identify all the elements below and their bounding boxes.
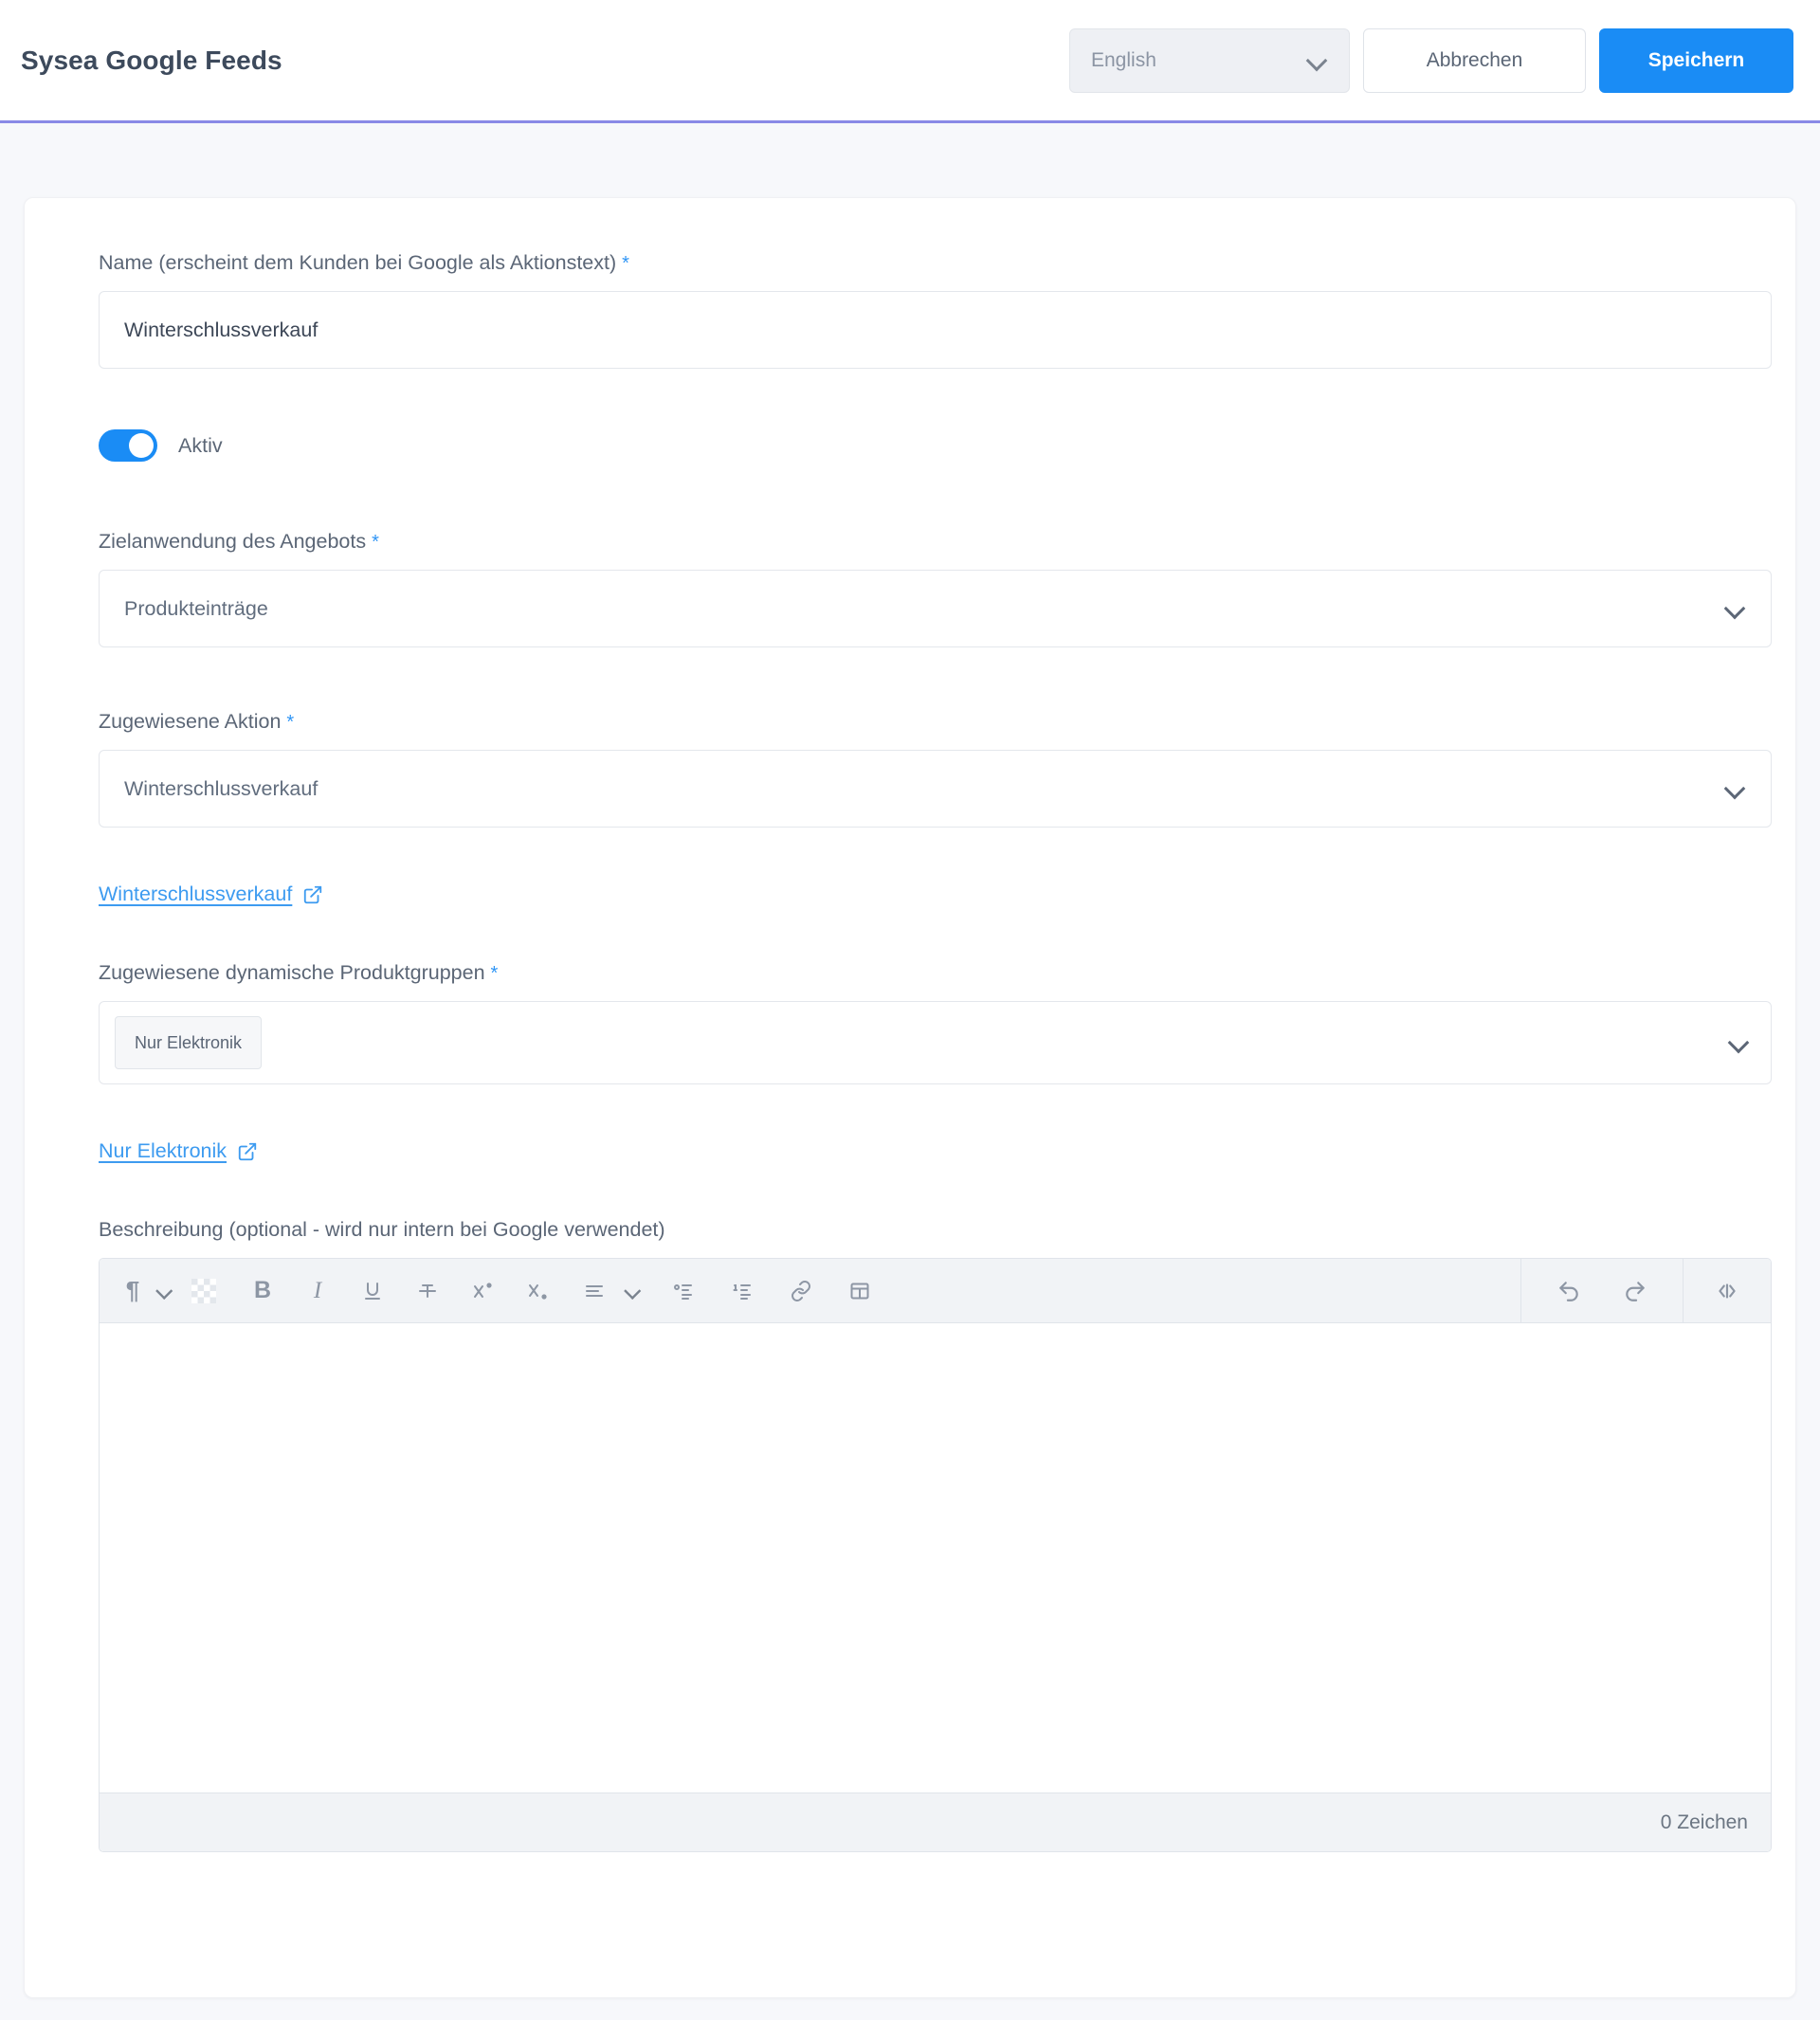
subscript-glyph [529, 1283, 547, 1300]
editor-footer: 0 Zeichen [100, 1793, 1771, 1851]
paragraph-glyph: ¶ [125, 1276, 140, 1304]
source-code-icon[interactable] [1704, 1268, 1750, 1314]
insert-table-icon[interactable] [837, 1268, 883, 1314]
bullet-list-icon[interactable] [661, 1268, 706, 1314]
chevron-down-icon [625, 1283, 642, 1300]
paragraph-style-chevron-down-icon[interactable] [149, 1268, 181, 1314]
bold-icon[interactable]: B [240, 1268, 285, 1314]
chevron-down-icon [1725, 598, 1746, 619]
text-align-icon[interactable] [572, 1268, 617, 1314]
product-group-external-link[interactable]: Nur Elektronik [99, 1139, 258, 1163]
code-glyph [1719, 1283, 1736, 1299]
toggle-knob [129, 433, 154, 458]
italic-glyph: I [313, 1277, 322, 1303]
bullet-list-glyph [674, 1283, 692, 1300]
underline-glyph [365, 1282, 380, 1300]
required-marker: * [372, 532, 379, 553]
strikethrough-glyph [419, 1283, 436, 1298]
undo-icon[interactable] [1546, 1268, 1592, 1314]
italic-icon[interactable]: I [295, 1268, 340, 1314]
align-glyph [586, 1284, 603, 1297]
language-select[interactable]: English [1069, 27, 1350, 93]
description-editor-area[interactable] [100, 1323, 1771, 1793]
target-field-group: Zielanwendung des Angebots * Produkteint… [99, 530, 1772, 647]
active-toggle[interactable] [99, 429, 157, 462]
name-field-label: Name (erscheint dem Kunden bei Google al… [99, 251, 629, 274]
chevron-down-icon [156, 1283, 173, 1300]
text-align-chevron-down-icon[interactable] [617, 1268, 649, 1314]
external-link-icon [238, 1142, 257, 1160]
form-card: Name (erscheint dem Kunden bei Google al… [24, 197, 1796, 1998]
cancel-button[interactable]: Abbrechen [1363, 27, 1586, 93]
product-groups-multiselect[interactable]: Nur Elektronik [99, 1001, 1772, 1084]
promotion-field-label: Zugewiesene Aktion * [99, 710, 295, 733]
language-select-value: English [1091, 48, 1156, 71]
chevron-down-icon [1725, 778, 1746, 799]
superscript-icon[interactable] [460, 1268, 505, 1314]
bold-glyph: B [253, 1277, 272, 1303]
promotion-external-link-label: Winterschlussverkauf [99, 883, 293, 905]
save-button[interactable]: Speichern [1599, 27, 1793, 93]
product-group-chip[interactable]: Nur Elektronik [115, 1016, 263, 1069]
redo-icon[interactable] [1612, 1268, 1658, 1314]
numbered-list-icon[interactable] [719, 1268, 765, 1314]
subscript-icon[interactable] [515, 1268, 560, 1314]
required-marker: * [622, 253, 629, 274]
promotion-select[interactable]: Winterschlussverkauf [99, 750, 1772, 828]
required-marker: * [490, 963, 499, 984]
paragraph-style-icon[interactable]: ¶ [117, 1268, 149, 1314]
active-toggle-label: Aktiv [178, 433, 223, 457]
promotion-external-link[interactable]: Winterschlussverkauf [99, 883, 323, 906]
promotion-select-value: Winterschlussverkauf [124, 776, 318, 800]
editor-toolbar: ¶ B I [100, 1259, 1771, 1323]
product-groups-field-label: Zugewiesene dynamische Produktgruppen * [99, 961, 499, 984]
chevron-down-icon [1307, 50, 1328, 71]
header-actions: English Abbrechen Speichern [1069, 27, 1793, 93]
table-glyph [850, 1283, 869, 1299]
page-body: Name (erscheint dem Kunden bei Google al… [0, 123, 1820, 1998]
character-count: 0 Zeichen [1660, 1811, 1748, 1833]
description-field-group: Beschreibung (optional - wird nur intern… [99, 1218, 1772, 1852]
undo-glyph [1559, 1281, 1578, 1301]
link-glyph [792, 1280, 810, 1301]
page-title: Sysea Google Feeds [21, 45, 282, 75]
strikethrough-icon[interactable] [405, 1268, 450, 1314]
underline-icon[interactable] [350, 1268, 395, 1314]
text-color-icon[interactable] [181, 1268, 227, 1314]
rich-text-editor: ¶ B I 0 Zeichen [99, 1258, 1772, 1852]
numbered-list-glyph [733, 1283, 751, 1300]
superscript-glyph [474, 1282, 492, 1298]
product-groups-field-group: Zugewiesene dynamische Produktgruppen * … [99, 961, 1772, 1084]
description-field-label: Beschreibung (optional - wird nur intern… [99, 1218, 665, 1241]
promotion-field-group: Zugewiesene Aktion * Winterschlussverkau… [99, 710, 1772, 828]
target-select[interactable]: Produkteinträge [99, 570, 1772, 647]
checkerboard-glyph [191, 1278, 216, 1303]
name-input[interactable]: Winterschlussverkauf [99, 291, 1772, 369]
history-group [1521, 1268, 1683, 1314]
app-header: Sysea Google Feeds English Abbrechen Spe… [0, 0, 1820, 123]
source-group [1684, 1268, 1771, 1314]
redo-glyph [1626, 1281, 1645, 1301]
external-link-icon [304, 885, 322, 903]
product-group-external-link-label: Nur Elektronik [99, 1139, 228, 1162]
target-field-label: Zielanwendung des Angebots * [99, 530, 379, 553]
active-toggle-row: Aktiv [99, 429, 1721, 462]
insert-link-icon[interactable] [778, 1268, 824, 1314]
name-field-group: Name (erscheint dem Kunden bei Google al… [99, 251, 1772, 369]
chevron-down-icon [1729, 1032, 1750, 1053]
target-select-value: Produkteinträge [124, 596, 268, 620]
required-marker: * [286, 712, 295, 733]
